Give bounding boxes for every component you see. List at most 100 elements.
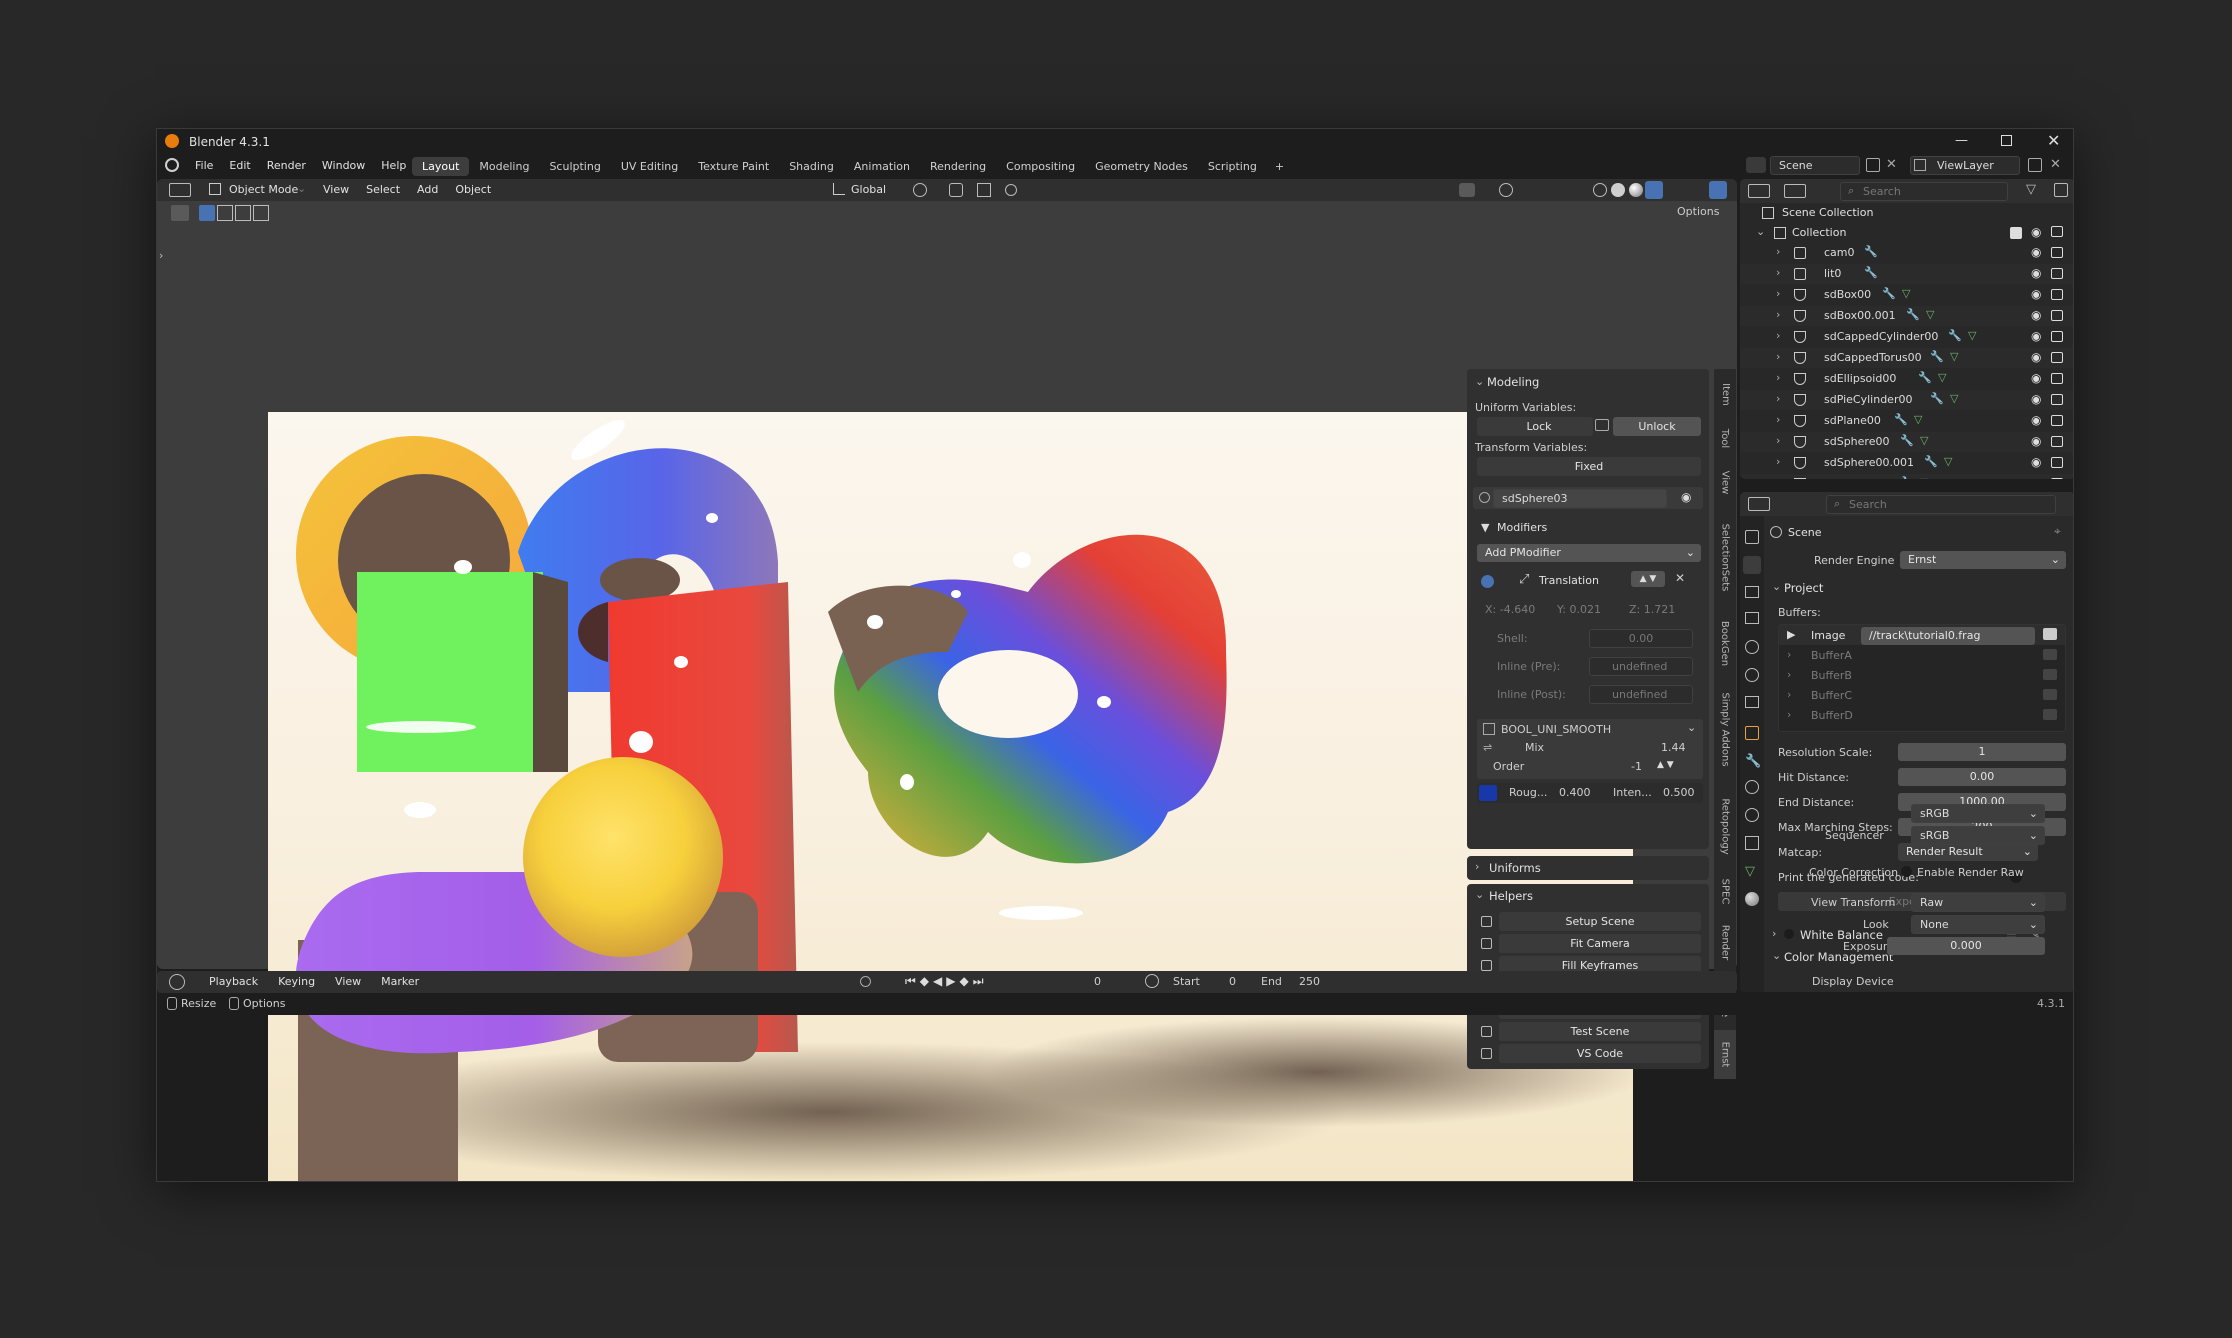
display-device-dropdown[interactable]: sRGB ⌄ [1911, 804, 2045, 823]
side-tab-retopology[interactable]: Retopology [1714, 784, 1736, 868]
eye-icon[interactable]: ◉ [1681, 490, 1691, 504]
world-tab-icon[interactable] [1745, 668, 1759, 682]
select-box-extend-icon[interactable] [217, 205, 233, 221]
object-mode-dropdown[interactable]: Object Mode [229, 183, 298, 196]
properties-editor-icon[interactable] [1748, 497, 1770, 511]
fit-camera-button[interactable]: Fit Camera [1499, 934, 1701, 953]
chevron-down-icon[interactable]: ⌄ [1687, 721, 1696, 734]
keyframe-record-icon[interactable] [860, 976, 871, 987]
tab-geometry-nodes[interactable]: Geometry Nodes [1085, 157, 1198, 176]
eye-icon[interactable]: ◉ [2031, 455, 2041, 469]
view-layer-tab-icon[interactable] [1745, 612, 1759, 624]
side-tab-view[interactable]: View [1714, 461, 1736, 503]
outliner-item[interactable]: › sdBox00.001 🔧 ▽ ◉ [1740, 306, 2073, 326]
inline-post-field[interactable]: undefined [1589, 685, 1693, 704]
eye-icon[interactable]: ◉ [2031, 392, 2041, 406]
modifiers-header[interactable]: Modifiers [1497, 521, 1547, 534]
scene-tab-icon[interactable] [1745, 640, 1759, 654]
object-selector[interactable]: sdSphere03 ◉ [1473, 487, 1703, 509]
camera-render-icon[interactable] [2051, 352, 2063, 363]
viewport-3d[interactable]: Object Mode ⌄ View Select Add Object Global [157, 179, 1737, 1181]
eye-icon[interactable]: ◉ [2031, 371, 2041, 385]
chevron-right-icon[interactable]: › [1776, 413, 1780, 426]
folder-icon[interactable] [2043, 709, 2057, 720]
snap-target-icon[interactable] [977, 183, 991, 197]
options-dropdown[interactable]: Options [1677, 205, 1719, 218]
outliner-item[interactable]: › lit0 🔧 ◉ [1740, 264, 2073, 284]
outliner-editor-icon[interactable] [1748, 184, 1770, 198]
camera-render-icon[interactable] [2051, 226, 2063, 237]
outliner-item[interactable]: › sdSphere00 🔧 ▽ ◉ [1740, 432, 2073, 452]
chevron-right-icon[interactable]: › [1776, 392, 1780, 405]
mix-value[interactable]: 1.44 [1661, 741, 1686, 754]
solid-shading-icon[interactable] [1611, 183, 1625, 197]
menu-file[interactable]: File [195, 159, 213, 172]
side-tab-ernst[interactable]: Ernst [1714, 1030, 1736, 1079]
intensity-value[interactable]: 0.500 [1663, 786, 1695, 799]
rendered-shading-icon[interactable] [1645, 181, 1663, 199]
side-tab-render[interactable]: Render [1714, 914, 1736, 970]
camera-render-icon[interactable] [2051, 247, 2063, 258]
gizmo-icon[interactable] [1459, 183, 1475, 197]
buffer-path-field[interactable]: //track\tutorial0.frag [1861, 627, 2035, 645]
toggle-panel-icon[interactable] [1709, 181, 1727, 199]
editor-type-icon[interactable] [169, 183, 191, 197]
chevron-right-icon[interactable]: › [1776, 434, 1780, 447]
buffer-row[interactable]: › BufferB [1779, 665, 2065, 685]
data-tab-icon[interactable]: ▽ [1745, 864, 1755, 879]
project-header[interactable]: Project [1784, 581, 1823, 595]
test-scene-button[interactable]: Test Scene [1499, 1022, 1701, 1041]
tab-texture-paint[interactable]: Texture Paint [688, 157, 779, 176]
outliner-search-input[interactable]: Search [1840, 182, 2008, 201]
roughness-value[interactable]: 0.400 [1559, 786, 1591, 799]
resolution-scale-field[interactable]: 1 [1898, 743, 2066, 761]
object-tab-icon[interactable] [1745, 726, 1759, 740]
tab-uv-editing[interactable]: UV Editing [611, 157, 688, 176]
eye-icon[interactable]: ◉ [2031, 245, 2041, 259]
proportional-edit-icon[interactable] [1005, 184, 1017, 196]
modeling-header[interactable]: Modeling [1487, 375, 1539, 389]
close-icon[interactable]: ✕ [2047, 131, 2060, 150]
bool-name[interactable]: BOOL_UNI_SMOOTH [1501, 723, 1611, 736]
outliner-item[interactable]: › cam0 🔧 ◉ [1740, 243, 2073, 263]
add-pmodifier-dropdown[interactable]: Add PModifier ⌄ [1477, 544, 1701, 562]
side-tab-bookgen[interactable]: BookGen [1714, 612, 1736, 675]
chevron-right-icon[interactable]: › [1776, 350, 1780, 363]
checkbox-icon[interactable] [2010, 227, 2022, 239]
tool-tab-icon[interactable] [1745, 530, 1759, 544]
render-tab-icon[interactable] [1743, 556, 1761, 574]
camera-render-icon[interactable] [2051, 415, 2063, 426]
copy-view-layer-icon[interactable] [2028, 158, 2042, 172]
lock-button[interactable]: Lock [1477, 417, 1593, 436]
folder-icon[interactable] [2043, 628, 2057, 640]
folder-icon[interactable] [2043, 689, 2057, 700]
chevron-right-icon[interactable]: › [1776, 476, 1780, 479]
chevron-right-icon[interactable]: › [1776, 308, 1780, 321]
camera-render-icon[interactable] [2051, 478, 2063, 479]
chevron-down-icon[interactable]: ⌄ [1475, 888, 1484, 901]
tab-compositing[interactable]: Compositing [996, 157, 1085, 176]
eye-icon[interactable]: ◉ [2031, 287, 2041, 301]
menu-edit[interactable]: Edit [229, 159, 250, 172]
collection-row[interactable]: ⌄ Collection ◉ [1740, 223, 2073, 243]
outliner-item[interactable]: › sdCappedTorus00 🔧 ▽ ◉ [1740, 348, 2073, 368]
chevron-right-icon[interactable]: › [1776, 245, 1780, 258]
camera-render-icon[interactable] [2051, 436, 2063, 447]
move-up-down-icon[interactable]: ▲ ▼ [1631, 571, 1665, 587]
pivot-icon[interactable] [913, 183, 927, 197]
playback-controls-icon[interactable]: ⏮◆◀▶◆⏭ [905, 974, 988, 989]
chevron-down-icon[interactable]: ▼ [1481, 521, 1489, 534]
inline-pre-field[interactable]: undefined [1589, 657, 1693, 676]
render-engine-dropdown[interactable]: Ernst ⌄ [1900, 551, 2066, 569]
wireframe-shading-icon[interactable] [1593, 183, 1607, 197]
side-tab-spec[interactable]: SPEC [1714, 870, 1736, 912]
viewport-menu-select[interactable]: Select [366, 183, 400, 196]
color-swatch[interactable] [1479, 785, 1497, 801]
tab-sculpting[interactable]: Sculpting [539, 157, 610, 176]
viewport-menu-add[interactable]: Add [417, 183, 438, 196]
scene-field[interactable]: Scene [1770, 156, 1860, 175]
pin-icon[interactable]: ⌖ [2054, 524, 2061, 539]
eye-icon[interactable]: ◉ [2031, 476, 2041, 479]
outliner-item[interactable]: › sdEllipsoid00 🔧 ▽ ◉ [1740, 369, 2073, 389]
chevron-right-icon[interactable]: › [1776, 266, 1780, 279]
